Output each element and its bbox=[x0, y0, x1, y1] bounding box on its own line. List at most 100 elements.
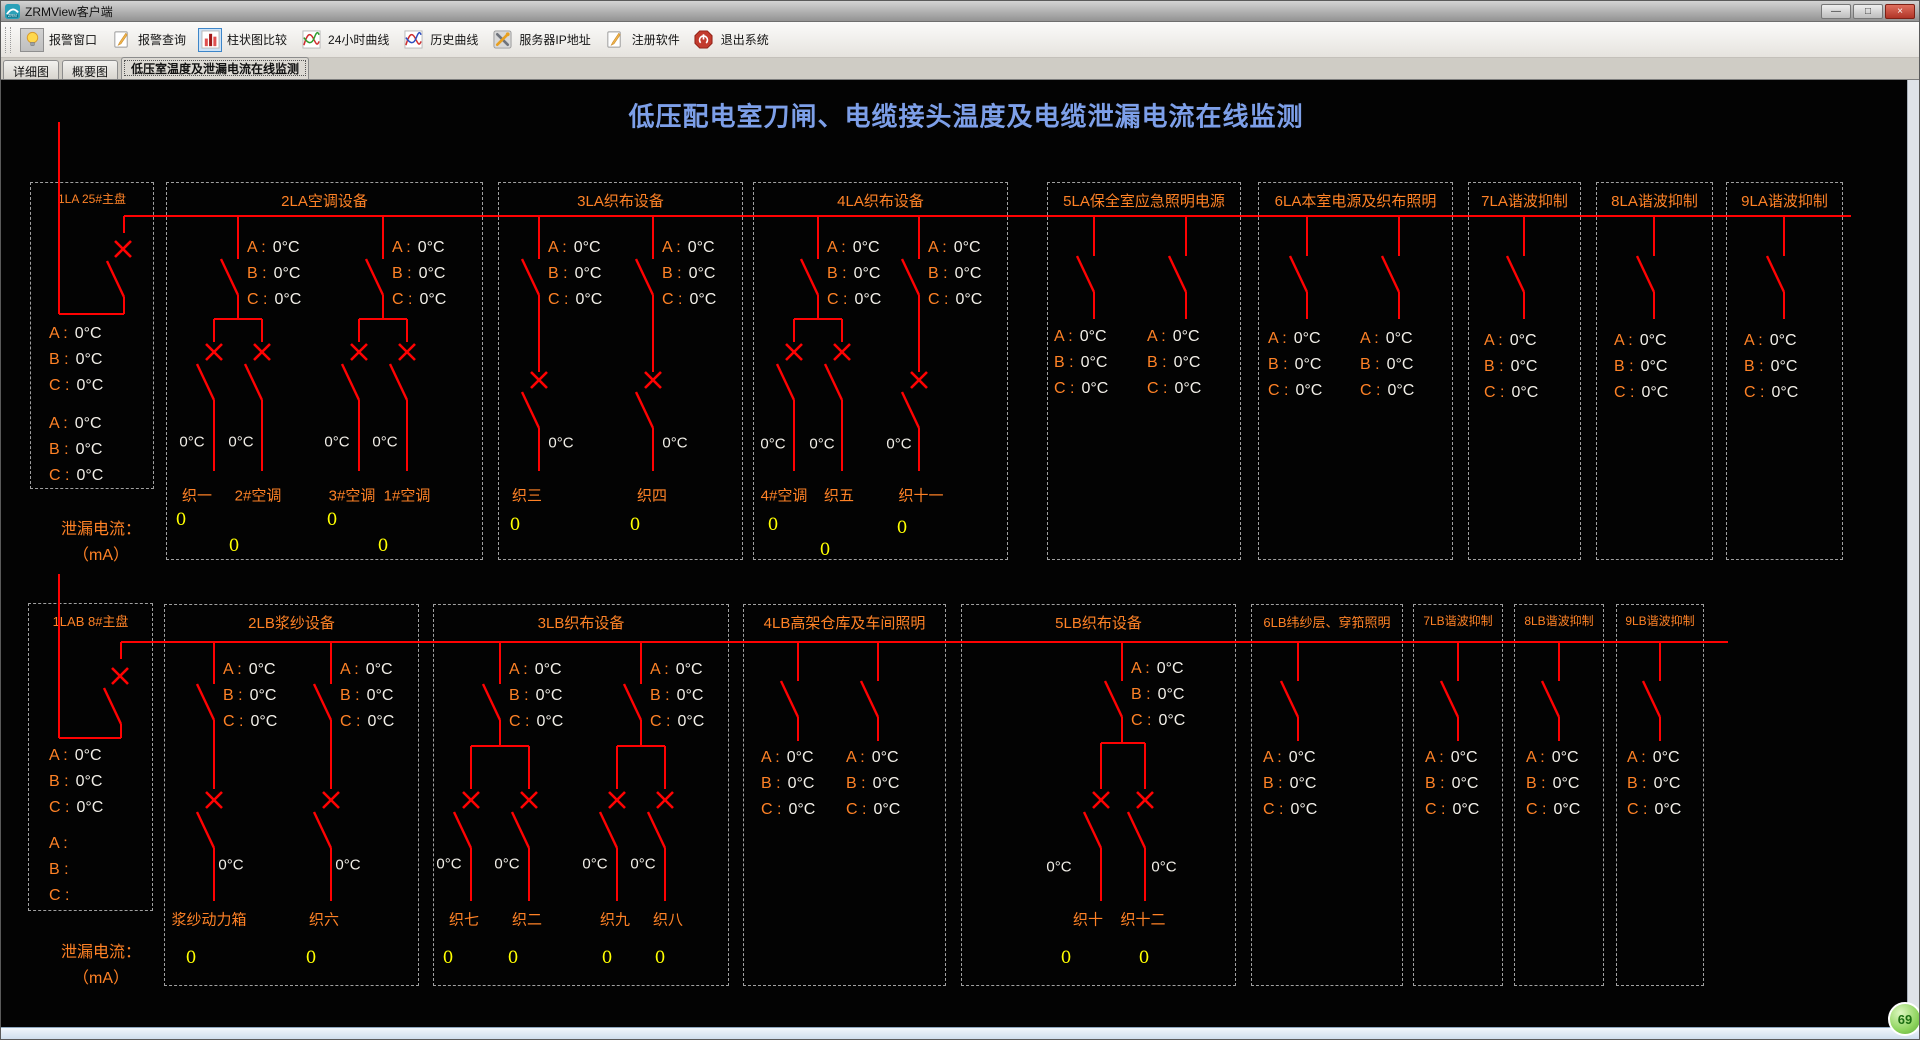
panel-title: 3LB织布设备 bbox=[434, 612, 728, 633]
phase-temperature-row: A :0°C bbox=[1484, 330, 1537, 352]
phase-temp-value: 0°C bbox=[1289, 749, 1316, 766]
phase-label: A : bbox=[49, 835, 68, 852]
maximize-button[interactable]: □ bbox=[1853, 4, 1883, 19]
phase-temp-value: 0°C bbox=[1158, 712, 1185, 729]
page-title: 低压配电室刀闸、电缆接头温度及电缆泄漏电流在线监测 bbox=[628, 97, 1303, 134]
phase-label: A : bbox=[1268, 330, 1287, 347]
phase-temperature-row: B :0°C bbox=[1425, 773, 1478, 795]
power-icon bbox=[692, 28, 716, 52]
joint-temp-value: 0°C bbox=[809, 436, 834, 453]
toolbar-button-register[interactable]: 注册软件 bbox=[599, 26, 688, 54]
phase-temperature-row: B :0°C bbox=[509, 685, 562, 707]
phase-temperature-row: B :0°C bbox=[1131, 684, 1184, 706]
phase-temp-value: 0°C bbox=[575, 291, 602, 308]
window-title: ZRMView客户端 bbox=[25, 3, 1821, 20]
phase-temperature-row: B :0°C bbox=[1054, 352, 1107, 374]
toolbar-button-curve-24h[interactable]: 24小时曲线 bbox=[295, 26, 397, 54]
phase-label: C : bbox=[1526, 801, 1546, 818]
phase-label: C : bbox=[49, 467, 69, 484]
phase-label: B : bbox=[662, 265, 682, 282]
panel-title: 1LA 25#主盘 bbox=[31, 190, 153, 207]
toolbar-button-curve-history[interactable]: 历史曲线 bbox=[397, 26, 486, 54]
toolbar-button-exit[interactable]: 退出系统 bbox=[688, 26, 777, 54]
leak-current-value: 0 bbox=[378, 536, 389, 556]
leak-note: （mA） bbox=[73, 541, 129, 565]
panel-7LB: 7LB谐波抑制 bbox=[1413, 604, 1503, 986]
joint-temp-value: 0°C bbox=[179, 434, 204, 451]
phase-label: C : bbox=[223, 713, 243, 730]
phase-temperature-row: C :0°C bbox=[49, 797, 103, 819]
phase-temp-value: 0°C bbox=[1295, 356, 1322, 373]
phase-temperature-row: B :0°C bbox=[392, 263, 445, 285]
phase-temperature-row: C :0°C bbox=[1054, 378, 1108, 400]
toolbar-button-alarm-query[interactable]: 报警查询 bbox=[105, 26, 194, 54]
phase-temp-value: 0°C bbox=[75, 747, 102, 764]
phase-temp-value: 0°C bbox=[274, 265, 301, 282]
panel-title: 1LAB 8#主盘 bbox=[29, 611, 152, 630]
phase-label: B : bbox=[392, 265, 412, 282]
phase-temp-value: 0°C bbox=[367, 687, 394, 704]
panel-9LB: 9LB谐波抑制 bbox=[1616, 604, 1704, 986]
phase-label: B : bbox=[509, 687, 529, 704]
scrollbar[interactable] bbox=[1907, 80, 1920, 1029]
toolbar-button-alarm-window[interactable]: 报警窗口 bbox=[16, 26, 105, 54]
joint-temp-value: 0°C bbox=[218, 857, 243, 874]
phase-label: B : bbox=[650, 687, 670, 704]
tab-monitor[interactable]: 低压室温度及泄漏电流在线监测 bbox=[121, 57, 309, 79]
phase-temp-value: 0°C bbox=[574, 239, 601, 256]
phase-label: B : bbox=[247, 265, 267, 282]
window-controls: —□× bbox=[1821, 4, 1915, 19]
close-button[interactable]: × bbox=[1885, 4, 1915, 19]
phase-temperature-row: A :0°C bbox=[1360, 328, 1413, 350]
phase-temp-value: 0°C bbox=[1641, 358, 1668, 375]
leak-current-value: 0 bbox=[327, 510, 338, 530]
panel-title: 7LA谐波抑制 bbox=[1469, 190, 1580, 211]
phase-label: A : bbox=[1360, 330, 1379, 347]
phase-label: B : bbox=[846, 775, 866, 792]
leak-note: （mA） bbox=[73, 964, 129, 988]
phase-temp-value: 0°C bbox=[75, 415, 102, 432]
phase-label: B : bbox=[761, 775, 781, 792]
phase-temperature-row: A :0°C bbox=[827, 237, 880, 259]
phase-label: B : bbox=[1360, 356, 1380, 373]
phase-temperature-row: B :0°C bbox=[49, 439, 102, 461]
phase-temp-value: 0°C bbox=[1387, 382, 1414, 399]
toolbar-button-bar-compare[interactable]: 柱状图比较 bbox=[194, 26, 295, 54]
phase-temp-value: 0°C bbox=[366, 661, 393, 678]
branch-label: 织七 bbox=[449, 909, 479, 930]
phase-temp-value: 0°C bbox=[1552, 749, 1579, 766]
tab-overview[interactable]: 概要图 bbox=[62, 60, 118, 79]
overlay-badge[interactable]: 69 bbox=[1888, 1002, 1920, 1036]
minimize-button[interactable]: — bbox=[1821, 4, 1851, 19]
phase-temperature-row: B :0°C bbox=[548, 263, 601, 285]
phase-temperature-row: C :0°C bbox=[1360, 380, 1414, 402]
phase-temp-value: 0°C bbox=[689, 265, 716, 282]
tab-detail[interactable]: 详细图 bbox=[3, 60, 59, 79]
leak-current-value: 0 bbox=[229, 536, 240, 556]
phase-label: A : bbox=[827, 239, 846, 256]
branch-label: 织十一 bbox=[898, 485, 943, 506]
phase-label: A : bbox=[1425, 749, 1444, 766]
leak-current-value: 0 bbox=[602, 948, 613, 968]
phase-temp-value: 0°C bbox=[689, 291, 716, 308]
phase-temp-value: 0°C bbox=[676, 661, 703, 678]
leak-current-value: 0 bbox=[1061, 948, 1072, 968]
phase-temperature-row: A :0°C bbox=[509, 659, 562, 681]
phase-label: B : bbox=[1131, 686, 1151, 703]
phase-label: C : bbox=[1263, 801, 1283, 818]
app-window: ZRM ZRMView客户端 —□× 报警窗口报警查询柱状图比较24小时曲线历史… bbox=[0, 0, 1920, 1040]
leak-current-value: 0 bbox=[655, 948, 666, 968]
leak-note: 泄漏电流： bbox=[61, 938, 141, 962]
leak-current-value: 0 bbox=[306, 948, 317, 968]
phase-label: C : bbox=[49, 377, 69, 394]
branch-label: 浆纱动力箱 bbox=[171, 909, 246, 930]
phase-temperature-row: C :0°C bbox=[509, 711, 563, 733]
joint-temp-value: 0°C bbox=[760, 436, 785, 453]
phase-label: A : bbox=[223, 661, 242, 678]
toolbar-button-server-ip[interactable]: 服务器IP地址 bbox=[486, 26, 598, 54]
panel-title: 3LA织布设备 bbox=[499, 190, 742, 211]
branch-label: 1#空调 bbox=[384, 485, 431, 506]
toolbar-button-label: 柱状图比较 bbox=[227, 31, 287, 48]
phase-temp-value: 0°C bbox=[1451, 749, 1478, 766]
phase-temp-value: 0°C bbox=[677, 687, 704, 704]
